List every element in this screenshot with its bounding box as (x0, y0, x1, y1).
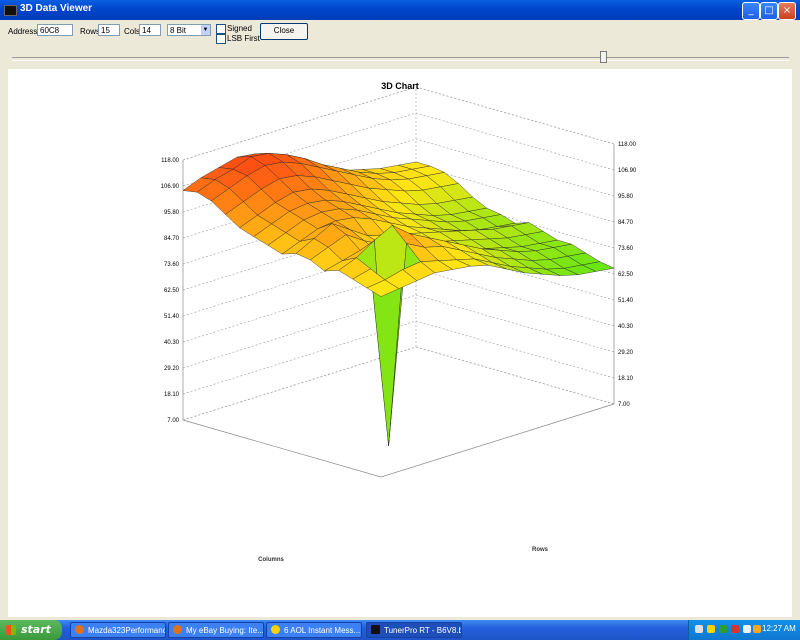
security-icon[interactable] (719, 625, 727, 633)
z-tick-label: 18.10 (618, 376, 634, 382)
z-tick-label: 18.10 (164, 392, 180, 398)
firefox-icon (173, 625, 182, 634)
aim-icon (271, 625, 280, 634)
surface-cell (370, 268, 403, 446)
start-label: start (21, 623, 51, 636)
cols-input[interactable]: 14 (139, 24, 161, 36)
floor-back-right (415, 346, 615, 405)
taskbar-item-ebay[interactable]: My eBay Buying: Ite... (168, 622, 264, 638)
close-button[interactable]: Close (260, 23, 308, 40)
signed-label: Signed (227, 24, 252, 33)
firefox-icon (75, 625, 84, 634)
z-axis-right-ticks: 7.00 18.10 29.20 40.30 51.40 62.50 73.60 84.70 9… (618, 142, 637, 408)
z-tick-label: 118.00 (161, 158, 180, 164)
taskbar-item-label: TunerPro RT - B6V8.b... (384, 626, 462, 635)
z-tick-label: 62.50 (618, 272, 634, 278)
z-tick-label: 40.30 (164, 340, 180, 346)
chart-svg: 7.00 18.10 29.20 40.30 51.40 62.50 73.60 84.70 9… (161, 81, 637, 563)
update-icon[interactable] (753, 625, 761, 633)
aim-tray-icon[interactable] (707, 625, 715, 633)
taskbar-item-label: 6 AOL Instant Mess... (284, 626, 361, 635)
window-title: 3D Data Viewer (20, 3, 93, 14)
app-icon (4, 5, 17, 16)
z-tick-label: 73.60 (164, 262, 180, 268)
chevron-down-icon[interactable]: ▼ (201, 25, 210, 35)
slider-thumb[interactable] (599, 51, 607, 63)
z-axis-left-ticks: 7.00 18.10 29.20 40.30 51.40 62.50 73.60 84.70 9… (161, 158, 180, 424)
clock: 12:27 AM (762, 624, 796, 633)
rows-input[interactable]: 15 (98, 24, 120, 36)
z-tick-label: 84.70 (164, 236, 180, 242)
z-tick-label: 95.80 (618, 194, 634, 200)
cols-label: Cols (124, 27, 141, 36)
taskbar-item-label: Mazda323Performanc... (88, 626, 166, 635)
z-tick-label: 106.90 (161, 184, 180, 190)
columns-axis-label: Columns (258, 557, 284, 563)
lsb-first-checkbox[interactable] (216, 34, 226, 44)
rows-label: Rows (80, 27, 101, 36)
taskbar-item-firefox[interactable]: Mazda323Performanc... (70, 622, 166, 638)
z-tick-label: 73.60 (618, 246, 634, 252)
taskbar-item-tunerpro[interactable]: TunerPro RT - B6V8.b... (366, 622, 462, 638)
address-input[interactable]: 60C8 (37, 24, 73, 36)
z-tick-label: 40.30 (618, 324, 634, 330)
chart-title: 3D Chart (381, 81, 419, 91)
z-tick-label: 7.00 (167, 418, 179, 424)
toolbar: Address 60C8 Rows 15 Cols 14 8 Bit ▼ Sig… (0, 20, 800, 70)
z-tick-label: 7.00 (618, 402, 630, 408)
signed-checkbox[interactable] (216, 24, 226, 34)
slider-track[interactable] (12, 57, 789, 61)
z-tick-label: 29.20 (618, 350, 634, 356)
address-label: Address (8, 27, 38, 36)
surface-plot (182, 153, 615, 446)
start-button[interactable]: start (0, 620, 62, 640)
z-tick-label: 29.20 (164, 366, 180, 372)
antivirus-icon[interactable] (731, 625, 739, 633)
z-tick-label: 95.80 (164, 210, 180, 216)
taskbar: start Mazda323Performanc... My eBay Buyi… (0, 620, 800, 640)
chart-area: 7.00 18.10 29.20 40.30 51.40 62.50 73.60 84.70 9… (8, 69, 792, 617)
close-window-button[interactable]: × (778, 2, 796, 20)
volume-icon[interactable] (743, 625, 751, 633)
z-tick-label: 51.40 (164, 314, 180, 320)
z-tick-label: 62.50 (164, 288, 180, 294)
floor-front-edges (182, 403, 615, 478)
grid-line (182, 346, 615, 421)
minimize-button[interactable]: _ (742, 2, 760, 20)
taskbar-item-label: My eBay Buying: Ite... (186, 626, 264, 635)
title-bar: 3D Data Viewer _ □ × (0, 0, 800, 20)
network-icon[interactable] (695, 625, 703, 633)
taskbar-item-aim[interactable]: 6 AOL Instant Mess... (266, 622, 362, 638)
z-tick-label: 51.40 (618, 298, 634, 304)
grid-line (182, 86, 615, 161)
top-back-edges (182, 86, 615, 161)
z-tick-label: 118.00 (618, 142, 637, 148)
tunerpro-icon (371, 625, 380, 634)
z-tick-label: 106.90 (618, 168, 637, 174)
maximize-button[interactable]: □ (760, 2, 778, 20)
z-tick-label: 84.70 (618, 220, 634, 226)
bits-select[interactable]: 8 Bit ▼ (167, 24, 211, 36)
lsb-first-label: LSB First (227, 34, 260, 43)
rows-axis-label: Rows (532, 547, 549, 553)
bits-select-value: 8 Bit (170, 26, 187, 35)
windows-logo-icon (6, 625, 16, 635)
